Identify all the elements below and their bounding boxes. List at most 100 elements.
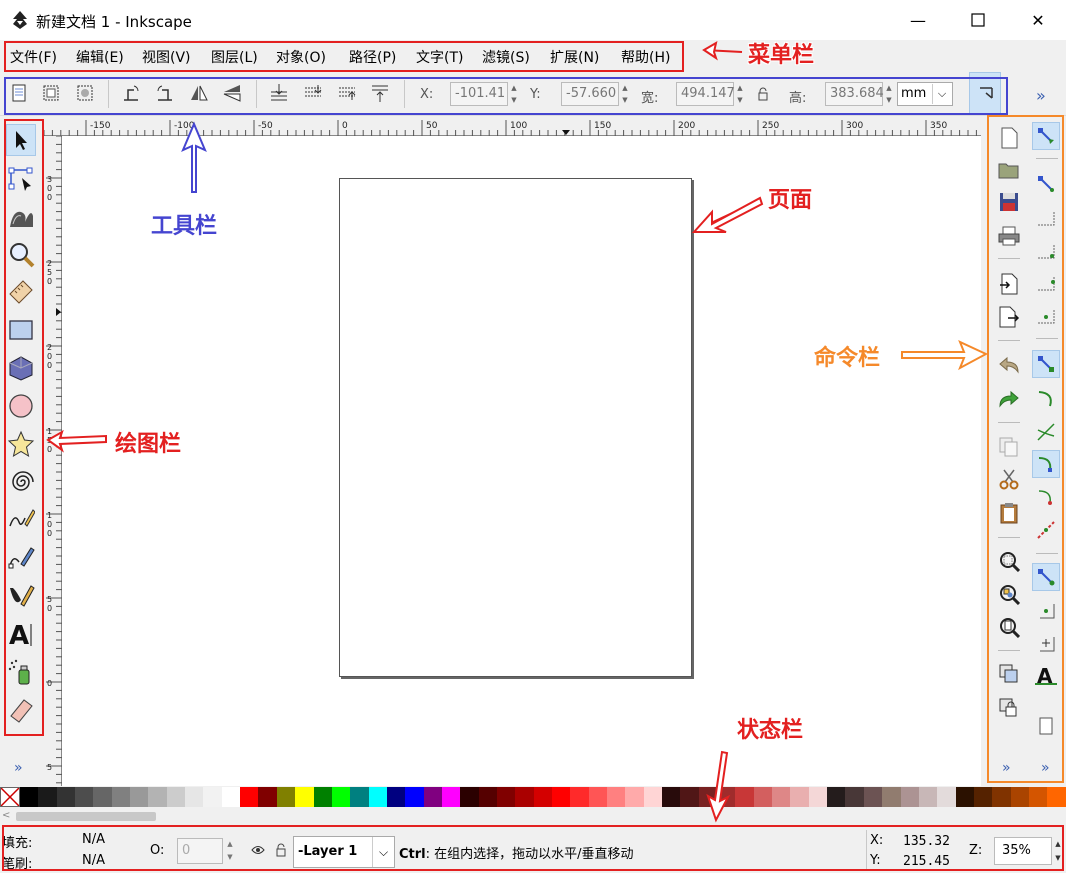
color-swatch[interactable] [185,787,204,807]
maximize-button[interactable] [956,0,1000,40]
ruler-label: 2 [47,343,52,352]
color-swatch[interactable] [276,787,296,807]
color-swatch[interactable] [570,787,589,807]
ruler-label: 250 [762,121,779,131]
document-page[interactable] [339,178,692,677]
ruler-label: 0 [47,520,52,529]
color-swatch[interactable] [717,787,736,807]
ruler-label: 0 [47,445,52,454]
color-swatch[interactable] [295,787,314,807]
drawbar-annotation: 绘图栏 [115,432,182,457]
color-swatch[interactable] [148,787,167,807]
color-swatch[interactable] [350,787,369,807]
color-swatch[interactable] [882,787,901,807]
ruler-label: 0 [47,361,52,370]
horizontal-scrollbar[interactable]: < [0,807,1066,825]
ruler-cursor-marker [56,308,61,316]
color-swatch[interactable] [937,787,956,807]
color-swatch[interactable] [790,787,809,807]
ruler-label: 200 [678,121,695,131]
close-button[interactable]: ✕ [1016,0,1060,40]
color-swatch[interactable] [625,787,644,807]
color-swatch[interactable] [386,787,406,807]
maximize-icon [971,13,985,27]
ruler-label: 350 [930,121,947,131]
color-swatch[interactable] [680,787,699,807]
color-swatch[interactable] [607,787,626,807]
color-swatch[interactable] [662,787,681,807]
color-swatch[interactable] [900,787,919,807]
statusbar-highlight-box [2,825,1064,871]
color-swatch[interactable] [203,787,222,807]
ruler-label: 0 [342,121,348,131]
color-palette [0,786,1066,808]
controls-overflow-button[interactable]: » [1036,86,1046,105]
color-swatch[interactable] [111,787,131,807]
color-swatch[interactable] [1047,787,1066,807]
color-swatch[interactable] [753,787,773,807]
title-bar: 新建文档 1 - Inkscape — ✕ [0,0,1066,40]
color-swatch[interactable] [551,787,571,807]
color-swatch[interactable] [496,787,516,807]
color-swatch[interactable] [331,787,351,807]
color-swatch[interactable] [258,787,277,807]
drawbar-highlight-box [4,119,44,736]
color-swatch[interactable] [533,787,552,807]
color-swatch[interactable] [166,787,186,807]
ruler-label: 0 [47,604,52,613]
color-swatch[interactable] [772,787,791,807]
vertical-ruler: 3002502001501005005 [44,136,62,786]
color-swatch[interactable] [460,787,479,807]
color-swatch[interactable] [221,787,241,807]
ruler-label: -50 [258,121,273,131]
color-swatch[interactable] [423,787,442,807]
color-swatch[interactable] [478,787,497,807]
color-swatch[interactable] [863,787,883,807]
color-swatch[interactable] [93,787,112,807]
swatch-strip [20,787,1066,807]
statusbar-annotation: 状态栏 [737,718,804,743]
ruler-label: 50 [426,121,438,131]
color-swatch[interactable] [955,787,974,807]
color-swatch[interactable] [643,787,663,807]
color-swatch[interactable] [515,787,534,807]
color-swatch[interactable] [313,787,332,807]
color-swatch[interactable] [845,787,864,807]
toolbar-highlight-box [4,77,1008,115]
commandbar-annotation: 命令栏 [814,346,881,371]
ruler-label: 3 [47,175,52,184]
color-swatch[interactable] [75,787,94,807]
commandbar-highlight-box [987,115,1064,783]
minimize-button[interactable]: — [896,0,940,40]
color-swatch[interactable] [405,787,424,807]
color-swatch[interactable] [20,787,39,807]
color-swatch[interactable] [368,787,387,807]
scrollbar-thumb[interactable] [16,812,156,821]
color-swatch[interactable] [1010,787,1029,807]
color-swatch[interactable] [992,787,1011,807]
color-swatch[interactable] [240,787,259,807]
color-swatch[interactable] [56,787,76,807]
color-swatch[interactable] [1028,787,1048,807]
ruler-label: 0 [47,352,52,361]
no-paint-swatch[interactable] [0,786,21,808]
scroll-left-icon[interactable]: < [2,810,10,821]
color-swatch[interactable] [973,787,993,807]
ruler-label: 5 [47,763,52,772]
color-swatch[interactable] [588,787,607,807]
menubar-annotation: 菜单栏 [748,43,815,68]
color-swatch[interactable] [130,787,149,807]
ruler-label: 300 [846,121,863,131]
color-swatch[interactable] [918,787,938,807]
ruler-label: 5 [47,436,52,445]
color-swatch[interactable] [808,787,828,807]
page-annotation: 页面 [768,188,813,213]
toolbox-overflow-button[interactable]: » [14,760,23,776]
color-swatch[interactable] [735,787,754,807]
horizontal-ruler-ticks: -150 -100 -50 0 50 100 150 200 250 300 350 [44,120,977,136]
color-swatch[interactable] [698,787,718,807]
color-swatch[interactable] [441,787,461,807]
color-swatch[interactable] [38,787,57,807]
ruler-label: 2 [47,259,52,268]
color-swatch[interactable] [827,787,846,807]
